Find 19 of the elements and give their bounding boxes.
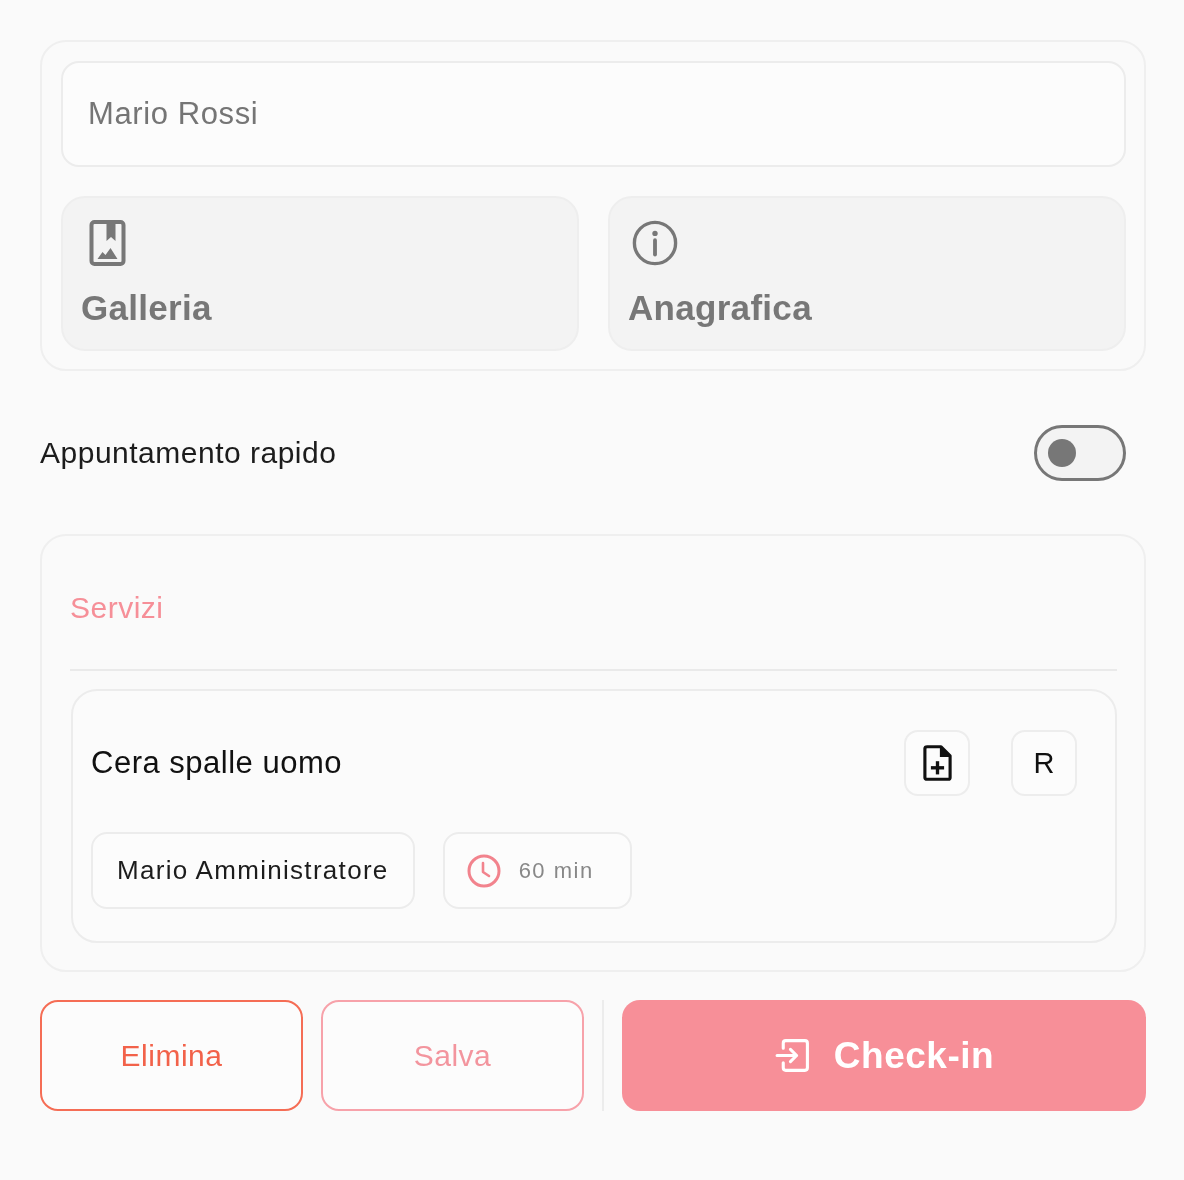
toggle-label: Appuntamento rapido	[40, 436, 337, 470]
section-title: Servizi	[70, 591, 164, 624]
check-in-button[interactable]: Check-in	[622, 1000, 1146, 1111]
document-plus-icon	[922, 745, 952, 781]
duration-text: 60 min	[518, 857, 594, 884]
gallery-button[interactable]: Galleria	[61, 196, 579, 351]
name-field[interactable]: Mario Rossi	[61, 61, 1126, 167]
enter-icon	[773, 1037, 811, 1074]
add-document-button[interactable]	[904, 730, 970, 796]
letter-button[interactable]: R	[1011, 730, 1077, 796]
service-name: Cera spalle uomo	[91, 745, 342, 781]
operator-chip[interactable]: Mario Amministratore	[91, 832, 415, 909]
save-button[interactable]: Salva	[321, 1000, 584, 1111]
clock-icon	[466, 853, 501, 888]
personal-data-button[interactable]: Anagrafica	[608, 196, 1126, 351]
picture-book-icon	[89, 220, 126, 266]
info-icon	[632, 220, 678, 266]
delete-button[interactable]: Elimina	[40, 1000, 303, 1111]
quick-appointment-toggle[interactable]	[1034, 425, 1126, 481]
